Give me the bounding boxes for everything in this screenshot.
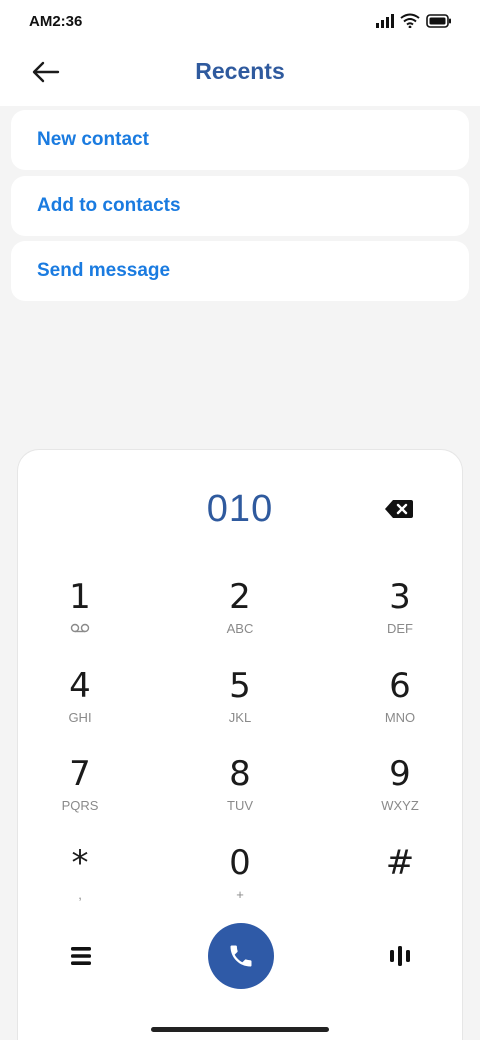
key-digit: 9 [389, 754, 411, 794]
send-message-button[interactable]: Send message [11, 241, 469, 301]
key-digit: 7 [69, 754, 91, 794]
key-letters: JKL [228, 710, 252, 725]
key-0[interactable]: 0 + [180, 844, 300, 926]
key-letters: PQRS [61, 798, 99, 813]
key-9[interactable]: 9 WXYZ [340, 755, 460, 837]
key-digit: 1 [69, 577, 91, 617]
key-star[interactable]: * , [20, 844, 140, 926]
t9-keyboard-icon [390, 946, 410, 966]
send-message-label: Send message [37, 260, 171, 281]
status-time: AM2:36 [29, 13, 83, 30]
key-digit: 2 [229, 577, 251, 617]
key-8[interactable]: 8 TUV [180, 755, 300, 837]
backspace-icon [385, 500, 413, 518]
key-2[interactable]: 2 ABC [180, 578, 300, 660]
key-letters: ABC [226, 621, 254, 636]
key-letters: TUV [227, 798, 253, 813]
key-letters: + [236, 887, 244, 902]
key-1[interactable]: 1 [20, 578, 140, 660]
key-letters: DEF [387, 621, 413, 636]
key-digit: * [71, 843, 89, 883]
home-indicator[interactable] [151, 1027, 329, 1032]
key-letters: , [78, 887, 82, 902]
header: Recents [0, 44, 480, 106]
wifi-icon [400, 13, 420, 28]
key-letters: WXYZ [381, 798, 419, 813]
signal-icon [376, 13, 394, 28]
new-contact-button[interactable]: New contact [11, 110, 469, 170]
key-letters: MNO [384, 710, 416, 725]
key-7[interactable]: 7 PQRS [20, 755, 140, 837]
add-to-contacts-button[interactable]: Add to contacts [11, 176, 469, 236]
battery-icon [426, 13, 451, 28]
backspace-button[interactable] [384, 498, 414, 520]
key-digit: 0 [229, 843, 251, 883]
key-digit: # [385, 843, 415, 883]
page-title: Recents [195, 58, 285, 84]
add-to-contacts-label: Add to contacts [37, 195, 181, 216]
menu-icon [71, 947, 91, 965]
key-digit: 5 [229, 666, 251, 706]
call-button[interactable] [208, 923, 274, 989]
key-6[interactable]: 6 MNO [340, 667, 460, 749]
status-icons [376, 13, 452, 28]
key-letters: GHI [68, 710, 92, 725]
voicemail-icon [20, 620, 140, 638]
phone-icon [230, 945, 252, 967]
menu-button[interactable] [70, 945, 92, 967]
key-3[interactable]: 3 DEF [340, 578, 460, 660]
key-digit: 4 [69, 666, 91, 706]
dialpad: 010 1 2 ABC 3 DEF 4 GHI 5 JKL 6 MNO 7 PQ… [17, 449, 463, 1040]
key-digit: 6 [389, 666, 411, 706]
key-hash[interactable]: # [340, 844, 460, 926]
key-4[interactable]: 4 GHI [20, 667, 140, 749]
status-bar: AM2:36 [0, 0, 480, 44]
key-5[interactable]: 5 JKL [180, 667, 300, 749]
t9-keyboard-button[interactable] [389, 945, 411, 967]
key-digit: 3 [389, 577, 411, 617]
key-digit: 8 [229, 754, 251, 794]
new-contact-label: New contact [37, 129, 149, 150]
